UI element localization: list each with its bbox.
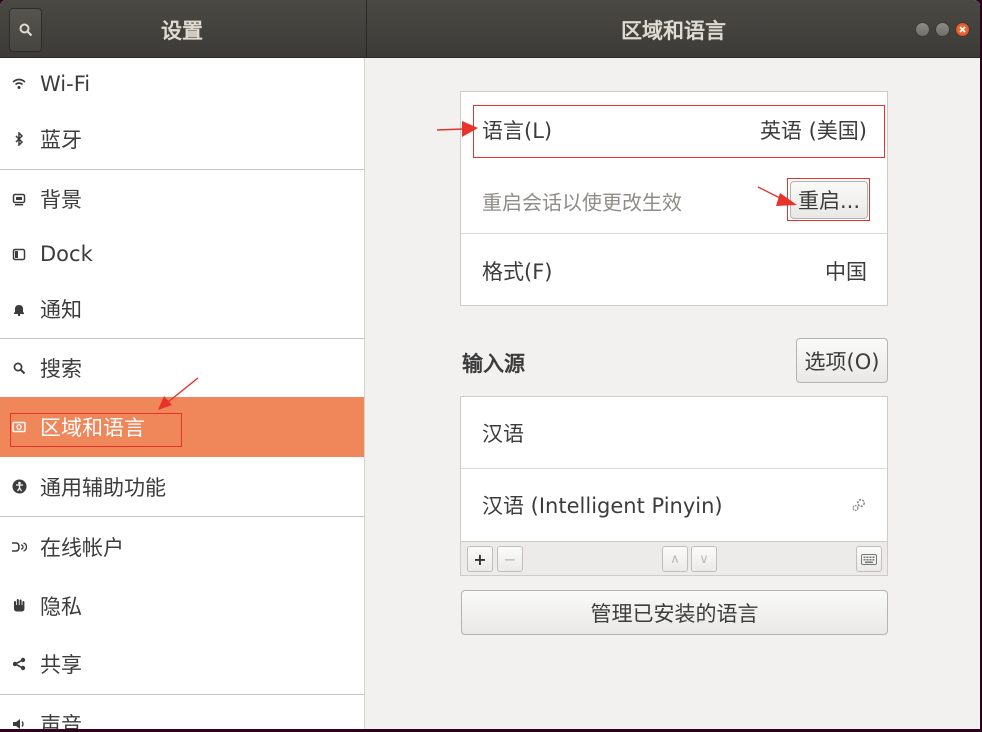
settings-window: 设置 区域和语言 Wi-Fi 蓝牙 背景 Dock 通知 搜索 区域和语言 通用… bbox=[0, 0, 980, 729]
annotation-arrows bbox=[158, 121, 797, 410]
